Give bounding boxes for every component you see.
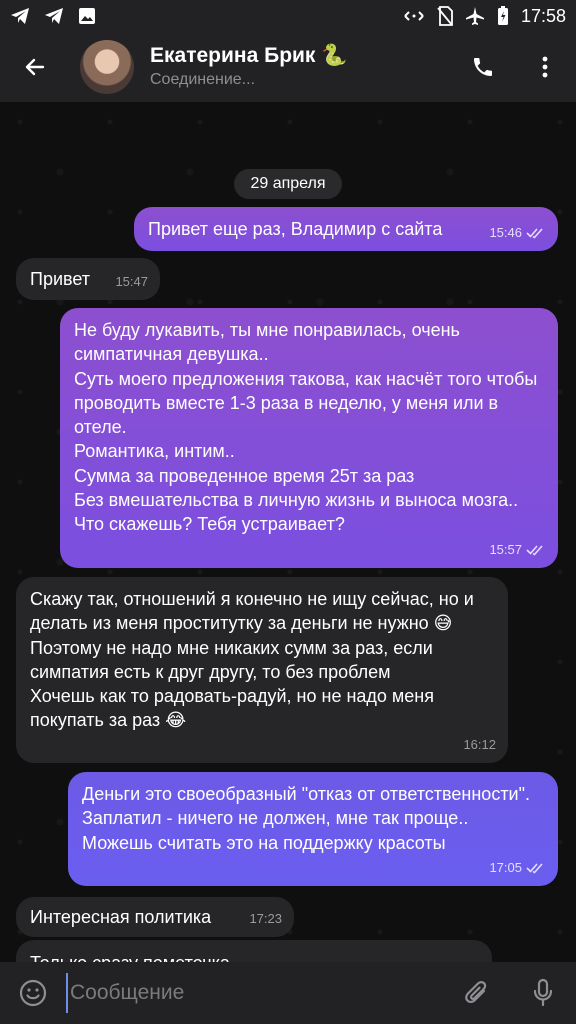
airplane-icon [465, 7, 484, 25]
message-text: Скажу так, отношений я конечно не ищу се… [30, 589, 474, 731]
message-list[interactable]: 29 апреля Привет еще раз, Владимир с сай… [0, 102, 576, 962]
phone-icon [474, 58, 492, 76]
data-saver-icon [404, 11, 424, 21]
battery-icon [497, 6, 508, 25]
double-check-icon [526, 863, 543, 874]
message-time: 15:47 [115, 273, 148, 289]
message-input[interactable] [66, 973, 444, 1013]
message-incoming[interactable]: Интересная политика 17:23 [16, 897, 294, 937]
avatar[interactable] [80, 40, 134, 94]
more-vertical-icon [542, 56, 548, 78]
date-separator: 29 апреля [234, 169, 342, 199]
message-time: 15:57 [489, 541, 522, 557]
attach-button[interactable] [444, 962, 510, 1024]
telegram-icon [45, 8, 63, 24]
more-menu-button[interactable] [514, 32, 576, 102]
double-check-icon [526, 545, 543, 556]
message-incoming[interactable]: Привет 15:47 [16, 258, 160, 300]
message-incoming[interactable]: Только сразу пометочка [16, 940, 492, 962]
telegram-icon [11, 8, 29, 24]
voice-record-button[interactable] [510, 962, 576, 1024]
composer [0, 962, 576, 1024]
chat-header: Екатерина Брик 🐍 Соединение... [0, 32, 576, 102]
status-bar: 17:58 [0, 0, 576, 32]
message-outgoing[interactable]: Привет еще раз, Владимир с сайта 15:46 [134, 207, 558, 251]
contact-name: Екатерина Брик 🐍 [150, 44, 348, 67]
message-time: 17:05 [489, 859, 522, 875]
call-button[interactable] [452, 32, 514, 102]
emoji-button[interactable] [0, 962, 66, 1024]
emoji-icon [19, 979, 47, 1007]
message-outgoing[interactable]: Деньги это своеобразный "отказ от ответс… [68, 772, 558, 886]
message-time: 16:12 [463, 736, 496, 752]
message-text: Привет еще раз, Владимир с сайта [148, 219, 443, 239]
message-outgoing[interactable]: Не буду лукавить, ты мне понравилась, оч… [60, 308, 558, 568]
message-incoming[interactable]: Скажу так, отношений я конечно не ищу се… [16, 577, 508, 763]
message-text: Интересная политика [30, 907, 212, 927]
chat-title[interactable]: Екатерина Брик 🐍 Соединение... [150, 43, 347, 91]
clock: 17:58 [520, 5, 566, 26]
message-time: 15:46 [489, 224, 522, 240]
message-time: 17:23 [249, 910, 282, 926]
microphone-icon [533, 978, 553, 1007]
image-icon [79, 8, 95, 24]
arrow-left-icon [25, 58, 45, 76]
connection-status: Соединение... [150, 71, 256, 88]
message-text: Только сразу пометочка [30, 951, 478, 962]
paperclip-icon [465, 981, 487, 1004]
back-button[interactable] [0, 32, 70, 102]
message-text: Деньги это своеобразный "отказ от ответс… [82, 784, 531, 853]
double-check-icon [526, 228, 543, 239]
message-text: Не буду лукавить, ты мне понравилась, оч… [74, 320, 538, 535]
no-sim-icon [437, 6, 453, 26]
